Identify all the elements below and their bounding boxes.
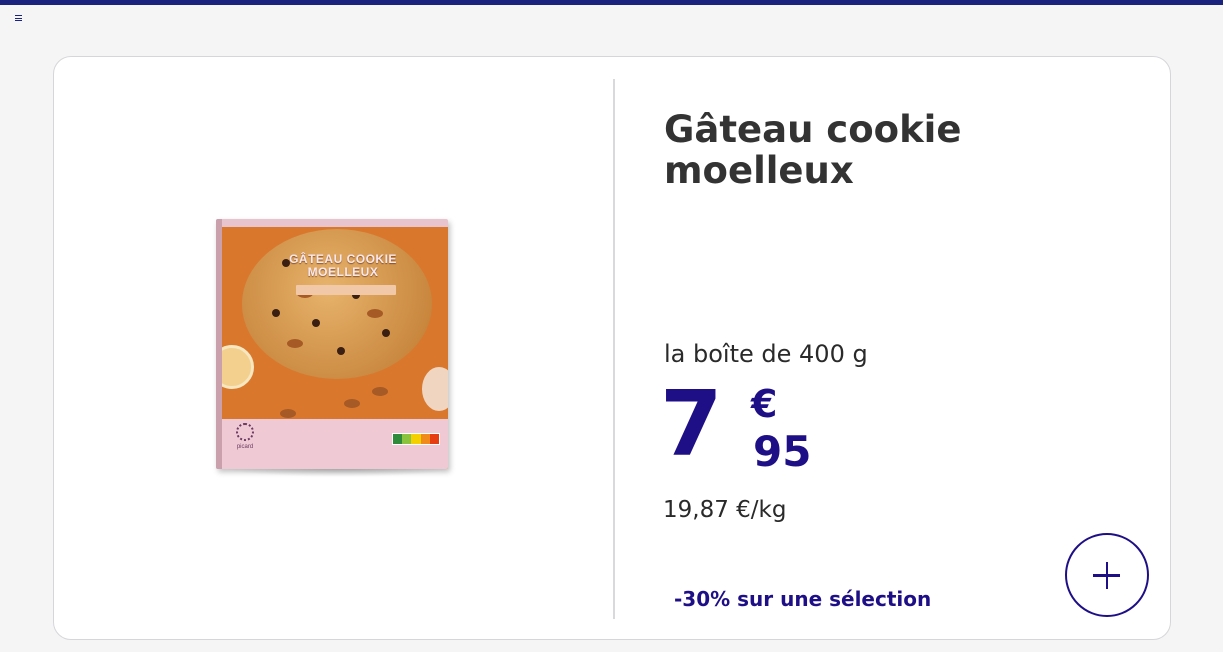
price-cents: 95 [753,427,812,476]
egg-illustration [422,367,448,411]
box-subtitle [296,285,396,295]
product-card[interactable]: GÂTEAU COOKIE MOELLEUX picard Gâteau coo… [53,56,1171,640]
price-integer: 7 [660,372,723,477]
product-unit: la boîte de 400 g [664,340,868,368]
bowl-illustration [222,345,254,389]
brand-name: picard [236,444,254,450]
top-accent-bar [0,0,1223,5]
snowflake-icon [236,423,254,441]
promo-label: -30% sur une sélection [674,587,932,611]
add-to-cart-button[interactable] [1065,533,1149,617]
product-box: GÂTEAU COOKIE MOELLEUX picard [216,219,448,469]
hamburger-menu-icon[interactable] [15,15,22,21]
brand-logo: picard [230,423,260,459]
product-image: GÂTEAU COOKIE MOELLEUX picard [214,219,454,477]
nutri-score-label [392,433,440,445]
price-per-kg: 19,87 €/kg [663,497,787,523]
price-currency: € [751,382,778,426]
box-title: GÂTEAU COOKIE MOELLEUX [289,252,397,279]
product-title[interactable]: Gâteau cookie moelleux [664,109,1044,191]
vertical-divider [613,79,615,619]
